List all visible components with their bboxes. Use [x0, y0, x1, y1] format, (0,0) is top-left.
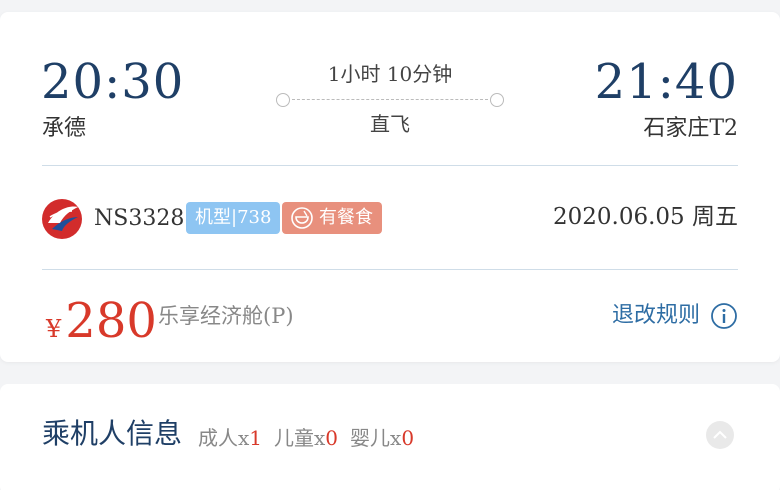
stop-type: 直飞	[370, 112, 410, 136]
info-icon	[711, 303, 737, 329]
expand-toggle[interactable]	[706, 421, 734, 449]
airline-logo-icon	[42, 199, 82, 239]
passenger-counts: 成人x1 儿童x0 婴儿x0	[198, 428, 414, 448]
flight-duration: 1小时 10分钟	[327, 62, 453, 86]
price-amount: 280	[65, 293, 157, 349]
departure-time: 20:30	[41, 54, 185, 110]
route-end-dot	[490, 93, 504, 107]
aircraft-type-badge: 机型|738	[186, 202, 281, 234]
chevron-up-icon	[713, 430, 727, 439]
route-dashed-line	[292, 99, 488, 100]
departure-city: 承德	[42, 116, 87, 141]
infant-count: 婴儿x0	[350, 426, 415, 450]
flight-number: NS3328	[94, 206, 185, 231]
price: ¥ 280	[46, 297, 157, 345]
passenger-info-title: 乘机人信息	[42, 417, 183, 450]
route-start-dot	[276, 93, 290, 107]
child-count: 儿童x0	[274, 426, 339, 450]
divider	[42, 269, 738, 270]
cabin-class: 乐享经济舱(P)	[158, 304, 294, 328]
arrival-time: 21:40	[594, 54, 738, 110]
route-line	[276, 92, 504, 108]
meal-label: 有餐食	[319, 207, 373, 228]
flight-date: 2020.06.05 周五	[553, 204, 738, 230]
refund-rules-link[interactable]: 退改规则	[612, 302, 738, 330]
arrival-city: 石家庄T2	[643, 116, 738, 141]
adult-count: 成人x1	[198, 426, 263, 450]
refund-rules-label: 退改规则	[611, 303, 700, 328]
currency-symbol: ¥	[46, 315, 62, 343]
meal-bowl-icon	[291, 207, 313, 229]
divider	[42, 165, 738, 166]
flight-info-card: 20:30 承德 1小时 10分钟 直飞 21:40 石家庄T2 NS3328 …	[0, 12, 780, 362]
meal-badge: 有餐食	[282, 202, 382, 234]
